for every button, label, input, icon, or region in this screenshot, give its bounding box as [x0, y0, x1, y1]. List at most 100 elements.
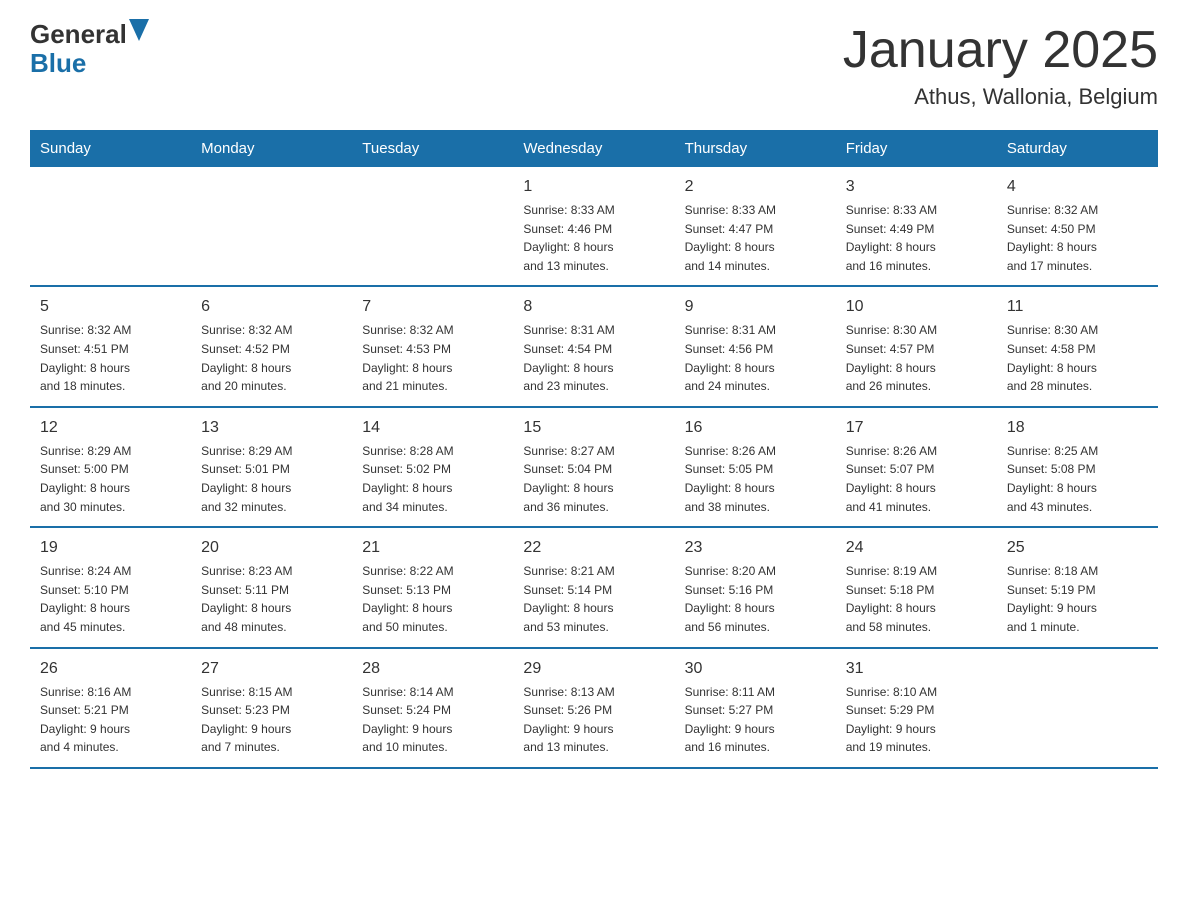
day-info: Sunrise: 8:23 AM Sunset: 5:11 PM Dayligh… — [201, 562, 342, 636]
day-info: Sunrise: 8:33 AM Sunset: 4:47 PM Dayligh… — [685, 201, 826, 275]
day-info: Sunrise: 8:31 AM Sunset: 4:54 PM Dayligh… — [523, 321, 664, 395]
calendar-cell: 12Sunrise: 8:29 AM Sunset: 5:00 PM Dayli… — [30, 407, 191, 527]
calendar-cell: 11Sunrise: 8:30 AM Sunset: 4:58 PM Dayli… — [997, 286, 1158, 406]
calendar-cell: 17Sunrise: 8:26 AM Sunset: 5:07 PM Dayli… — [836, 407, 997, 527]
calendar-cell: 4Sunrise: 8:32 AM Sunset: 4:50 PM Daylig… — [997, 167, 1158, 286]
day-number: 11 — [1007, 295, 1148, 319]
day-number: 16 — [685, 416, 826, 440]
day-info: Sunrise: 8:30 AM Sunset: 4:57 PM Dayligh… — [846, 321, 987, 395]
day-info: Sunrise: 8:19 AM Sunset: 5:18 PM Dayligh… — [846, 562, 987, 636]
logo-triangle-icon — [129, 19, 149, 41]
day-number: 31 — [846, 657, 987, 681]
day-number: 15 — [523, 416, 664, 440]
day-info: Sunrise: 8:14 AM Sunset: 5:24 PM Dayligh… — [362, 683, 503, 757]
day-info: Sunrise: 8:15 AM Sunset: 5:23 PM Dayligh… — [201, 683, 342, 757]
day-info: Sunrise: 8:13 AM Sunset: 5:26 PM Dayligh… — [523, 683, 664, 757]
day-number: 9 — [685, 295, 826, 319]
day-info: Sunrise: 8:32 AM Sunset: 4:50 PM Dayligh… — [1007, 201, 1148, 275]
calendar-cell: 2Sunrise: 8:33 AM Sunset: 4:47 PM Daylig… — [675, 167, 836, 286]
day-number: 30 — [685, 657, 826, 681]
day-number: 17 — [846, 416, 987, 440]
day-info: Sunrise: 8:18 AM Sunset: 5:19 PM Dayligh… — [1007, 562, 1148, 636]
weekday-header-row: SundayMondayTuesdayWednesdayThursdayFrid… — [30, 130, 1158, 167]
calendar-cell: 26Sunrise: 8:16 AM Sunset: 5:21 PM Dayli… — [30, 648, 191, 768]
day-number: 2 — [685, 175, 826, 199]
day-info: Sunrise: 8:29 AM Sunset: 5:01 PM Dayligh… — [201, 442, 342, 516]
calendar-cell: 6Sunrise: 8:32 AM Sunset: 4:52 PM Daylig… — [191, 286, 352, 406]
calendar-cell: 8Sunrise: 8:31 AM Sunset: 4:54 PM Daylig… — [513, 286, 674, 406]
day-number: 28 — [362, 657, 503, 681]
day-number: 18 — [1007, 416, 1148, 440]
day-number: 21 — [362, 536, 503, 560]
calendar-cell: 21Sunrise: 8:22 AM Sunset: 5:13 PM Dayli… — [352, 527, 513, 647]
weekday-header-friday: Friday — [836, 130, 997, 167]
calendar-cell: 22Sunrise: 8:21 AM Sunset: 5:14 PM Dayli… — [513, 527, 674, 647]
calendar-cell: 31Sunrise: 8:10 AM Sunset: 5:29 PM Dayli… — [836, 648, 997, 768]
calendar-subtitle: Athus, Wallonia, Belgium — [843, 84, 1158, 110]
day-number: 5 — [40, 295, 181, 319]
day-number: 12 — [40, 416, 181, 440]
calendar-week-row: 5Sunrise: 8:32 AM Sunset: 4:51 PM Daylig… — [30, 286, 1158, 406]
calendar-cell: 25Sunrise: 8:18 AM Sunset: 5:19 PM Dayli… — [997, 527, 1158, 647]
calendar-cell: 19Sunrise: 8:24 AM Sunset: 5:10 PM Dayli… — [30, 527, 191, 647]
day-info: Sunrise: 8:29 AM Sunset: 5:00 PM Dayligh… — [40, 442, 181, 516]
calendar-cell: 3Sunrise: 8:33 AM Sunset: 4:49 PM Daylig… — [836, 167, 997, 286]
page-header: General Blue January 2025 Athus, Walloni… — [30, 20, 1158, 110]
day-number: 24 — [846, 536, 987, 560]
day-number: 4 — [1007, 175, 1148, 199]
day-number: 8 — [523, 295, 664, 319]
calendar-cell — [352, 167, 513, 286]
day-number: 26 — [40, 657, 181, 681]
weekday-header-saturday: Saturday — [997, 130, 1158, 167]
day-info: Sunrise: 8:33 AM Sunset: 4:49 PM Dayligh… — [846, 201, 987, 275]
calendar-cell — [191, 167, 352, 286]
logo: General Blue — [30, 20, 149, 77]
calendar-cell: 23Sunrise: 8:20 AM Sunset: 5:16 PM Dayli… — [675, 527, 836, 647]
day-info: Sunrise: 8:25 AM Sunset: 5:08 PM Dayligh… — [1007, 442, 1148, 516]
logo-general: General — [30, 20, 127, 49]
calendar-week-row: 19Sunrise: 8:24 AM Sunset: 5:10 PM Dayli… — [30, 527, 1158, 647]
day-info: Sunrise: 8:32 AM Sunset: 4:53 PM Dayligh… — [362, 321, 503, 395]
day-number: 10 — [846, 295, 987, 319]
day-number: 23 — [685, 536, 826, 560]
day-number: 27 — [201, 657, 342, 681]
logo-blue: Blue — [30, 48, 86, 78]
day-number: 13 — [201, 416, 342, 440]
day-info: Sunrise: 8:27 AM Sunset: 5:04 PM Dayligh… — [523, 442, 664, 516]
calendar-cell — [997, 648, 1158, 768]
calendar-cell: 10Sunrise: 8:30 AM Sunset: 4:57 PM Dayli… — [836, 286, 997, 406]
day-info: Sunrise: 8:31 AM Sunset: 4:56 PM Dayligh… — [685, 321, 826, 395]
calendar-cell: 29Sunrise: 8:13 AM Sunset: 5:26 PM Dayli… — [513, 648, 674, 768]
weekday-header-thursday: Thursday — [675, 130, 836, 167]
day-info: Sunrise: 8:21 AM Sunset: 5:14 PM Dayligh… — [523, 562, 664, 636]
day-number: 20 — [201, 536, 342, 560]
day-number: 29 — [523, 657, 664, 681]
day-info: Sunrise: 8:24 AM Sunset: 5:10 PM Dayligh… — [40, 562, 181, 636]
day-info: Sunrise: 8:26 AM Sunset: 5:07 PM Dayligh… — [846, 442, 987, 516]
day-info: Sunrise: 8:32 AM Sunset: 4:51 PM Dayligh… — [40, 321, 181, 395]
day-info: Sunrise: 8:30 AM Sunset: 4:58 PM Dayligh… — [1007, 321, 1148, 395]
day-info: Sunrise: 8:16 AM Sunset: 5:21 PM Dayligh… — [40, 683, 181, 757]
calendar-cell: 18Sunrise: 8:25 AM Sunset: 5:08 PM Dayli… — [997, 407, 1158, 527]
calendar-cell: 15Sunrise: 8:27 AM Sunset: 5:04 PM Dayli… — [513, 407, 674, 527]
day-number: 19 — [40, 536, 181, 560]
calendar-table: SundayMondayTuesdayWednesdayThursdayFrid… — [30, 130, 1158, 769]
day-number: 7 — [362, 295, 503, 319]
calendar-cell: 14Sunrise: 8:28 AM Sunset: 5:02 PM Dayli… — [352, 407, 513, 527]
calendar-cell: 30Sunrise: 8:11 AM Sunset: 5:27 PM Dayli… — [675, 648, 836, 768]
day-number: 6 — [201, 295, 342, 319]
calendar-cell: 1Sunrise: 8:33 AM Sunset: 4:46 PM Daylig… — [513, 167, 674, 286]
day-number: 14 — [362, 416, 503, 440]
calendar-title: January 2025 — [843, 20, 1158, 80]
weekday-header-sunday: Sunday — [30, 130, 191, 167]
calendar-cell: 27Sunrise: 8:15 AM Sunset: 5:23 PM Dayli… — [191, 648, 352, 768]
calendar-cell: 28Sunrise: 8:14 AM Sunset: 5:24 PM Dayli… — [352, 648, 513, 768]
calendar-cell: 24Sunrise: 8:19 AM Sunset: 5:18 PM Dayli… — [836, 527, 997, 647]
calendar-cell: 7Sunrise: 8:32 AM Sunset: 4:53 PM Daylig… — [352, 286, 513, 406]
weekday-header-tuesday: Tuesday — [352, 130, 513, 167]
day-number: 22 — [523, 536, 664, 560]
calendar-cell: 5Sunrise: 8:32 AM Sunset: 4:51 PM Daylig… — [30, 286, 191, 406]
day-info: Sunrise: 8:32 AM Sunset: 4:52 PM Dayligh… — [201, 321, 342, 395]
day-number: 3 — [846, 175, 987, 199]
calendar-cell — [30, 167, 191, 286]
